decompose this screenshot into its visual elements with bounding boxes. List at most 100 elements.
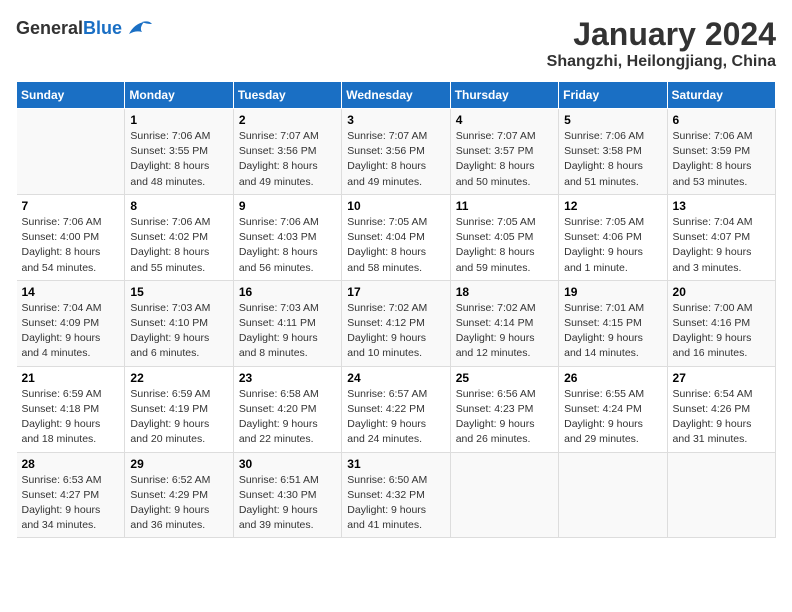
day-info: Sunrise: 6:54 AMSunset: 4:26 PMDaylight:…	[673, 387, 770, 448]
calendar-cell: 15 Sunrise: 7:03 AMSunset: 4:10 PMDayligh…	[125, 280, 233, 366]
weekday-header-monday: Monday	[125, 82, 233, 109]
weekday-header-sunday: Sunday	[17, 82, 125, 109]
day-number: 12	[564, 199, 661, 213]
day-info: Sunrise: 7:06 AMSunset: 4:00 PMDaylight:…	[22, 215, 120, 276]
day-number: 15	[130, 285, 227, 299]
day-info: Sunrise: 6:58 AMSunset: 4:20 PMDaylight:…	[239, 387, 336, 448]
calendar-table: SundayMondayTuesdayWednesdayThursdayFrid…	[16, 81, 776, 538]
day-number: 25	[456, 371, 553, 385]
day-info: Sunrise: 6:52 AMSunset: 4:29 PMDaylight:…	[130, 473, 227, 534]
day-number: 9	[239, 199, 336, 213]
day-number: 4	[456, 113, 553, 127]
day-info: Sunrise: 6:53 AMSunset: 4:27 PMDaylight:…	[22, 473, 120, 534]
calendar-cell: 26 Sunrise: 6:55 AMSunset: 4:24 PMDayligh…	[559, 366, 667, 452]
calendar-cell: 11Sunrise: 7:05 AMSunset: 4:05 PMDayligh…	[450, 194, 558, 280]
calendar-cell: 23 Sunrise: 6:58 AMSunset: 4:20 PMDayligh…	[233, 366, 341, 452]
day-number: 23	[239, 371, 336, 385]
calendar-cell: 10 Sunrise: 7:05 AMSunset: 4:04 PMDayligh…	[342, 194, 450, 280]
calendar-cell: 27 Sunrise: 6:54 AMSunset: 4:26 PMDayligh…	[667, 366, 775, 452]
day-number: 24	[347, 371, 444, 385]
calendar-cell: 31 Sunrise: 6:50 AMSunset: 4:32 PMDayligh…	[342, 452, 450, 538]
calendar-cell: 1Sunrise: 7:06 AMSunset: 3:55 PMDaylight…	[125, 109, 233, 195]
day-info: Sunrise: 7:06 AMSunset: 4:02 PMDaylight:…	[130, 215, 227, 276]
weekday-header-friday: Friday	[559, 82, 667, 109]
day-info: Sunrise: 7:03 AMSunset: 4:10 PMDaylight:…	[130, 301, 227, 362]
day-number: 16	[239, 285, 336, 299]
day-info: Sunrise: 7:00 AMSunset: 4:16 PMDaylight:…	[673, 301, 770, 362]
day-number: 21	[22, 371, 120, 385]
day-info: Sunrise: 7:07 AMSunset: 3:56 PMDaylight:…	[239, 129, 336, 190]
calendar-cell: 21 Sunrise: 6:59 AMSunset: 4:18 PMDayligh…	[17, 366, 125, 452]
day-info: Sunrise: 6:56 AMSunset: 4:23 PMDaylight:…	[456, 387, 553, 448]
calendar-cell: 5 Sunrise: 7:06 AMSunset: 3:58 PMDaylight…	[559, 109, 667, 195]
day-info: Sunrise: 7:05 AMSunset: 4:06 PMDaylight:…	[564, 215, 661, 276]
calendar-cell: 25 Sunrise: 6:56 AMSunset: 4:23 PMDayligh…	[450, 366, 558, 452]
logo-general: GeneralBlue	[16, 18, 122, 39]
day-info: Sunrise: 7:04 AMSunset: 4:07 PMDaylight:…	[673, 215, 770, 276]
calendar-cell: 13 Sunrise: 7:04 AMSunset: 4:07 PMDayligh…	[667, 194, 775, 280]
day-info: Sunrise: 6:50 AMSunset: 4:32 PMDaylight:…	[347, 473, 444, 534]
day-info: Sunrise: 7:07 AMSunset: 3:57 PMDaylight:…	[456, 129, 553, 190]
day-number: 28	[22, 457, 120, 471]
calendar-cell: 22 Sunrise: 6:59 AMSunset: 4:19 PMDayligh…	[125, 366, 233, 452]
day-info: Sunrise: 7:06 AMSunset: 3:58 PMDaylight:…	[564, 129, 661, 190]
day-info: Sunrise: 7:05 AMSunset: 4:05 PMDaylight:…	[456, 215, 553, 276]
weekday-header-row: SundayMondayTuesdayWednesdayThursdayFrid…	[17, 82, 776, 109]
calendar-body: 1Sunrise: 7:06 AMSunset: 3:55 PMDaylight…	[17, 109, 776, 538]
title-block: January 2024 Shangzhi, Heilongjiang, Chi…	[547, 16, 776, 71]
location-title: Shangzhi, Heilongjiang, China	[547, 53, 776, 71]
day-info: Sunrise: 7:03 AMSunset: 4:11 PMDaylight:…	[239, 301, 336, 362]
day-number: 8	[130, 199, 227, 213]
calendar-header: SundayMondayTuesdayWednesdayThursdayFrid…	[17, 82, 776, 109]
day-info: Sunrise: 6:59 AMSunset: 4:18 PMDaylight:…	[22, 387, 120, 448]
calendar-cell	[17, 109, 125, 195]
page-header: GeneralBlue January 2024 Shangzhi, Heilo…	[16, 16, 776, 71]
calendar-cell: 18Sunrise: 7:02 AMSunset: 4:14 PMDayligh…	[450, 280, 558, 366]
day-number: 13	[673, 199, 770, 213]
day-info: Sunrise: 6:55 AMSunset: 4:24 PMDaylight:…	[564, 387, 661, 448]
calendar-cell: 7Sunrise: 7:06 AMSunset: 4:00 PMDaylight…	[17, 194, 125, 280]
weekday-header-tuesday: Tuesday	[233, 82, 341, 109]
day-number: 22	[130, 371, 227, 385]
calendar-cell: 8 Sunrise: 7:06 AMSunset: 4:02 PMDaylight…	[125, 194, 233, 280]
day-number: 5	[564, 113, 661, 127]
day-info: Sunrise: 7:04 AMSunset: 4:09 PMDaylight:…	[22, 301, 120, 362]
calendar-cell	[450, 452, 558, 538]
calendar-cell: 14Sunrise: 7:04 AMSunset: 4:09 PMDayligh…	[17, 280, 125, 366]
day-number: 26	[564, 371, 661, 385]
day-number: 27	[673, 371, 770, 385]
calendar-week-row: 28 Sunrise: 6:53 AMSunset: 4:27 PMDayligh…	[17, 452, 776, 538]
calendar-cell: 24 Sunrise: 6:57 AMSunset: 4:22 PMDayligh…	[342, 366, 450, 452]
calendar-cell	[667, 452, 775, 538]
logo-bird-icon	[124, 16, 154, 40]
weekday-header-saturday: Saturday	[667, 82, 775, 109]
day-info: Sunrise: 6:59 AMSunset: 4:19 PMDaylight:…	[130, 387, 227, 448]
calendar-cell: 17Sunrise: 7:02 AMSunset: 4:12 PMDayligh…	[342, 280, 450, 366]
day-info: Sunrise: 7:06 AMSunset: 4:03 PMDaylight:…	[239, 215, 336, 276]
calendar-cell: 16 Sunrise: 7:03 AMSunset: 4:11 PMDayligh…	[233, 280, 341, 366]
calendar-cell: 3Sunrise: 7:07 AMSunset: 3:56 PMDaylight…	[342, 109, 450, 195]
month-title: January 2024	[547, 16, 776, 53]
calendar-cell: 30 Sunrise: 6:51 AMSunset: 4:30 PMDayligh…	[233, 452, 341, 538]
day-info: Sunrise: 6:57 AMSunset: 4:22 PMDaylight:…	[347, 387, 444, 448]
calendar-week-row: 21 Sunrise: 6:59 AMSunset: 4:18 PMDayligh…	[17, 366, 776, 452]
day-info: Sunrise: 6:51 AMSunset: 4:30 PMDaylight:…	[239, 473, 336, 534]
calendar-cell: 6Sunrise: 7:06 AMSunset: 3:59 PMDaylight…	[667, 109, 775, 195]
calendar-cell: 20 Sunrise: 7:00 AMSunset: 4:16 PMDayligh…	[667, 280, 775, 366]
calendar-cell: 19Sunrise: 7:01 AMSunset: 4:15 PMDayligh…	[559, 280, 667, 366]
day-info: Sunrise: 7:06 AMSunset: 3:55 PMDaylight:…	[130, 129, 227, 190]
calendar-cell: 9 Sunrise: 7:06 AMSunset: 4:03 PMDaylight…	[233, 194, 341, 280]
day-info: Sunrise: 7:07 AMSunset: 3:56 PMDaylight:…	[347, 129, 444, 190]
day-info: Sunrise: 7:05 AMSunset: 4:04 PMDaylight:…	[347, 215, 444, 276]
day-number: 10	[347, 199, 444, 213]
day-number: 19	[564, 285, 661, 299]
day-number: 6	[673, 113, 770, 127]
calendar-cell: 29Sunrise: 6:52 AMSunset: 4:29 PMDayligh…	[125, 452, 233, 538]
day-number: 30	[239, 457, 336, 471]
day-number: 31	[347, 457, 444, 471]
day-number: 2	[239, 113, 336, 127]
calendar-cell: 4 Sunrise: 7:07 AMSunset: 3:57 PMDaylight…	[450, 109, 558, 195]
calendar-cell: 2 Sunrise: 7:07 AMSunset: 3:56 PMDaylight…	[233, 109, 341, 195]
calendar-cell: 28 Sunrise: 6:53 AMSunset: 4:27 PMDayligh…	[17, 452, 125, 538]
day-number: 20	[673, 285, 770, 299]
